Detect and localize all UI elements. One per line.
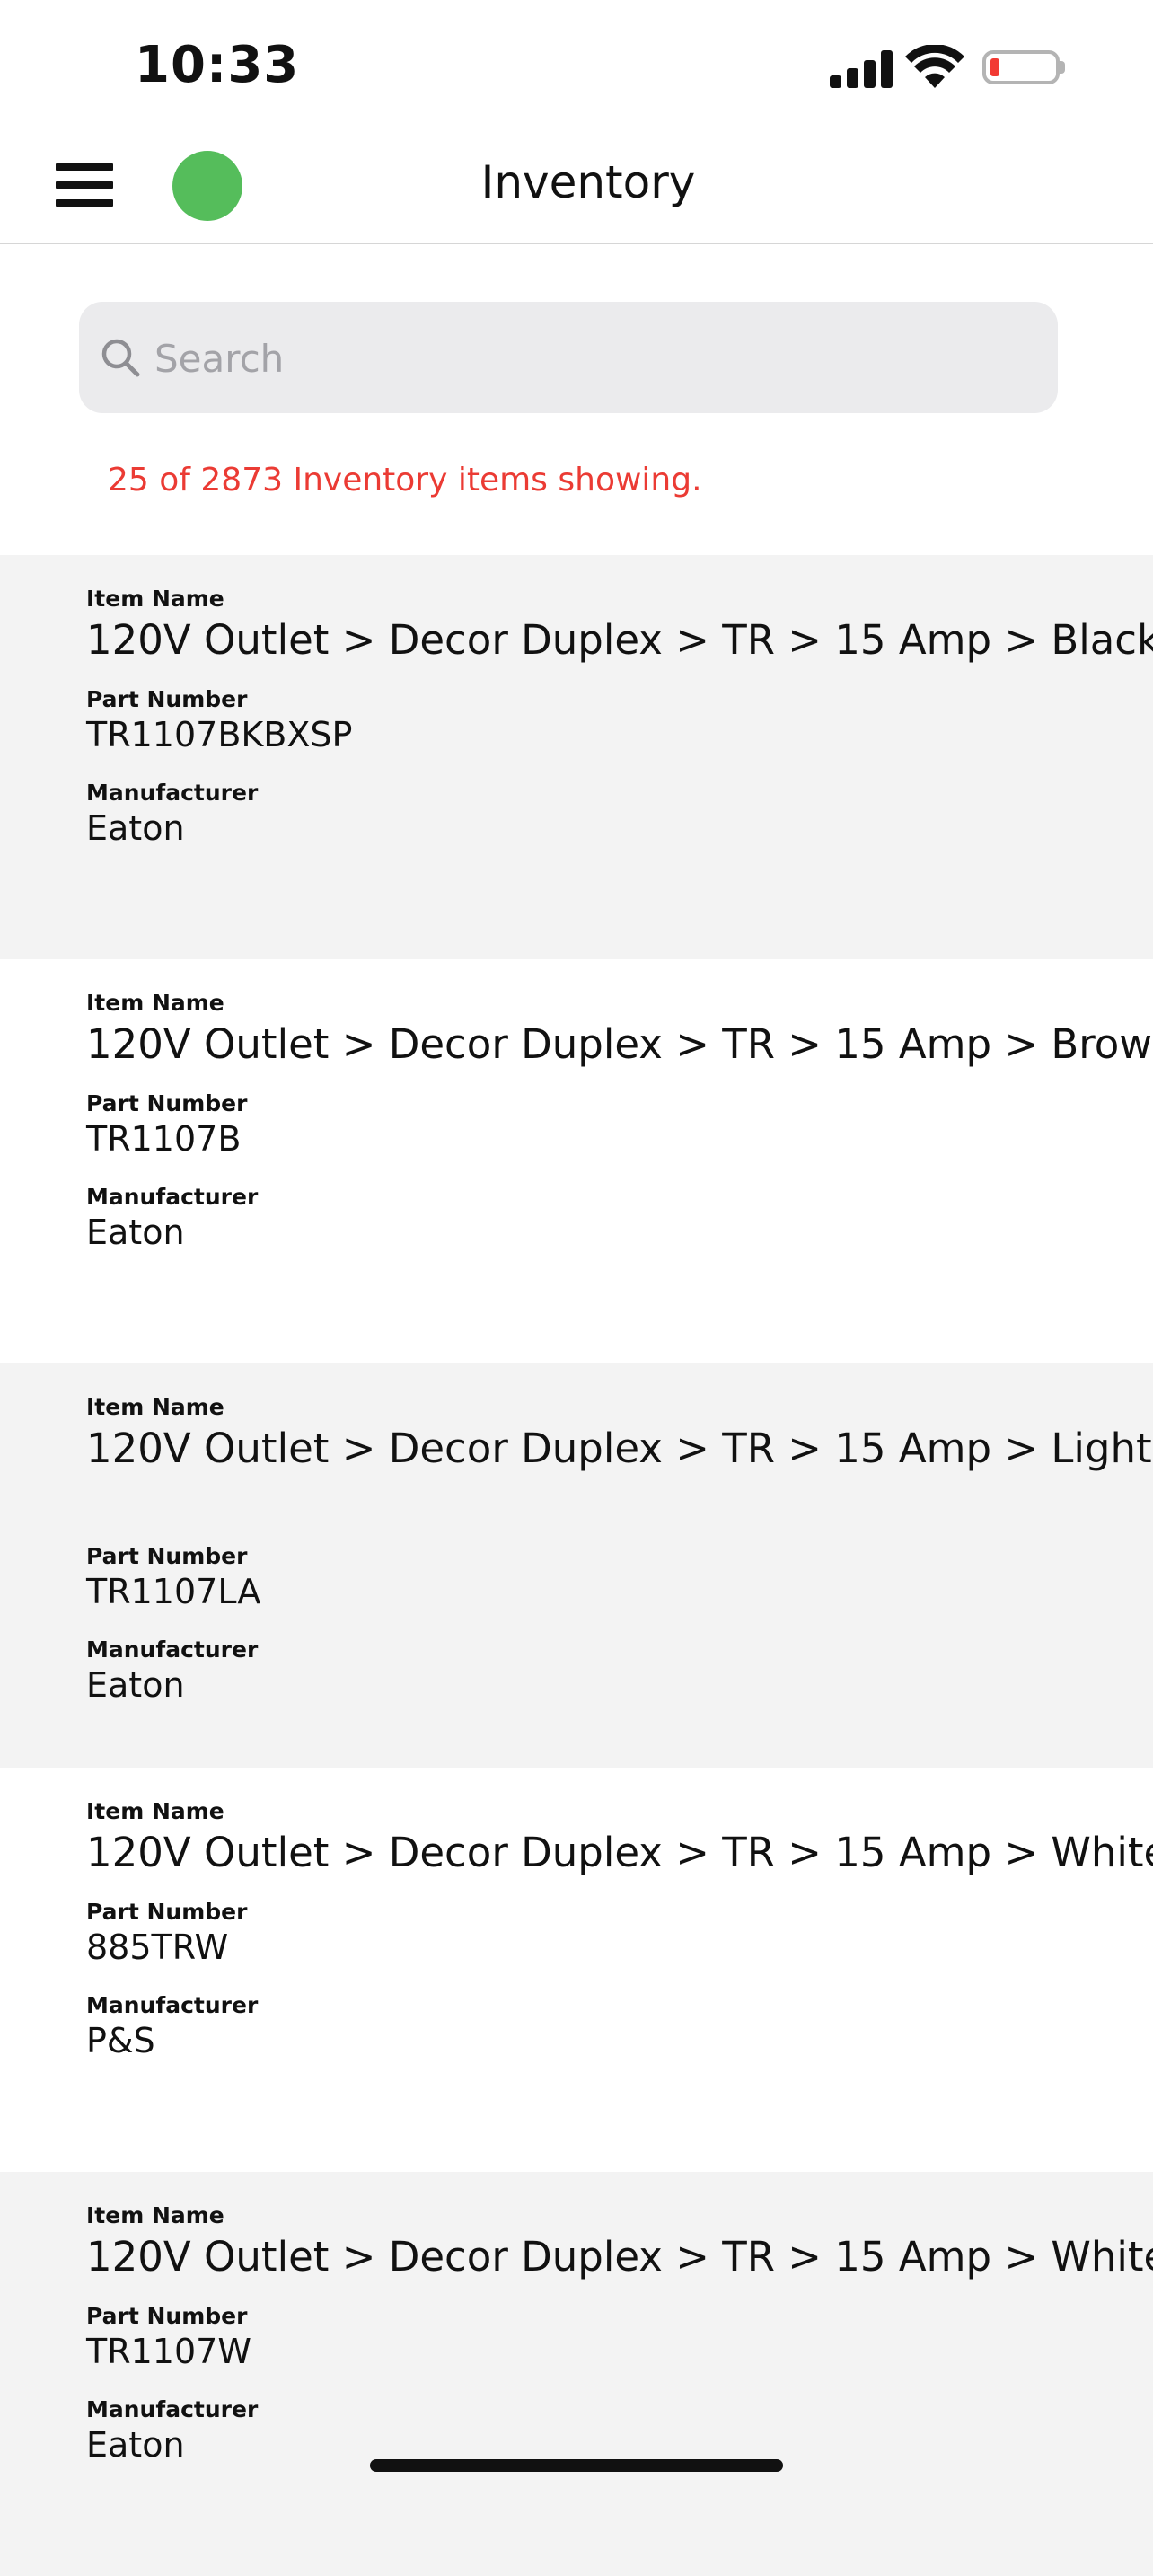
part-number-label: Part Number — [86, 686, 248, 712]
manufacturer-label: Manufacturer — [86, 1636, 259, 1663]
search-input[interactable] — [153, 322, 1036, 395]
search-bar[interactable] — [79, 302, 1058, 413]
page-title: Inventory — [480, 156, 696, 208]
item-name-label: Item Name — [86, 2202, 224, 2228]
part-number-label: Part Number — [86, 1899, 248, 1925]
list-item[interactable]: Item Name 120V Outlet > Decor Duplex > T… — [0, 555, 1153, 959]
part-number-value: TR1107BKBXSP — [86, 715, 353, 754]
item-name-label: Item Name — [86, 1798, 224, 1824]
manufacturer-label: Manufacturer — [86, 1184, 259, 1210]
part-number-label: Part Number — [86, 2303, 248, 2329]
manufacturer-value: Eaton — [86, 2425, 185, 2465]
status-bar: 10:33 — [0, 0, 1153, 135]
manufacturer-value: P&S — [86, 2021, 155, 2060]
battery-level — [990, 58, 999, 76]
home-indicator[interactable] — [370, 2459, 783, 2472]
part-number-value: TR1107B — [86, 1119, 242, 1159]
manufacturer-label: Manufacturer — [86, 2396, 259, 2422]
list-item[interactable]: Item Name 120V Outlet > Decor Duplex > T… — [0, 959, 1153, 1363]
part-number-value: TR1107W — [86, 2332, 251, 2371]
item-name-value: 120V Outlet > Decor Duplex > TR > 15 Amp… — [86, 616, 1153, 664]
item-name-value: 120V Outlet > Decor Duplex > TR > 15 Amp… — [86, 1020, 1153, 1068]
results-count: 25 of 2873 Inventory items showing. — [108, 462, 702, 498]
manufacturer-label: Manufacturer — [86, 1992, 259, 2018]
cellular-signal-icon — [830, 50, 893, 88]
list-item[interactable]: Item Name 120V Outlet > Decor Duplex > T… — [0, 2172, 1153, 2576]
manufacturer-value: Eaton — [86, 1213, 185, 1252]
item-name-label: Item Name — [86, 586, 224, 612]
search-icon — [101, 339, 140, 377]
item-name-value: 120V Outlet > Decor Duplex > TR > 15 Amp… — [86, 1425, 1153, 1472]
list-item[interactable]: Item Name 120V Outlet > Decor Duplex > T… — [0, 1363, 1153, 1768]
list-item[interactable]: Item Name 120V Outlet > Decor Duplex > T… — [0, 1768, 1153, 2172]
part-number-label: Part Number — [86, 1543, 248, 1569]
battery-tip — [1060, 61, 1065, 74]
item-name-label: Item Name — [86, 990, 224, 1016]
manufacturer-label: Manufacturer — [86, 780, 259, 806]
status-time: 10:33 — [135, 36, 300, 94]
nav-bar: Inventory — [0, 135, 1153, 244]
part-number-value: 885TRW — [86, 1928, 229, 1967]
manufacturer-value: Eaton — [86, 808, 185, 848]
part-number-value: TR1107LA — [86, 1572, 261, 1611]
manufacturer-value: Eaton — [86, 1665, 185, 1705]
item-name-value: 120V Outlet > Decor Duplex > TR > 15 Amp… — [86, 1829, 1153, 1876]
wifi-icon — [905, 45, 964, 88]
item-name-label: Item Name — [86, 1394, 224, 1420]
inventory-list: Item Name 120V Outlet > Decor Duplex > T… — [0, 555, 1153, 2576]
item-name-value: 120V Outlet > Decor Duplex > TR > 15 Amp… — [86, 2233, 1153, 2280]
battery-icon — [982, 50, 1060, 84]
part-number-label: Part Number — [86, 1090, 248, 1116]
